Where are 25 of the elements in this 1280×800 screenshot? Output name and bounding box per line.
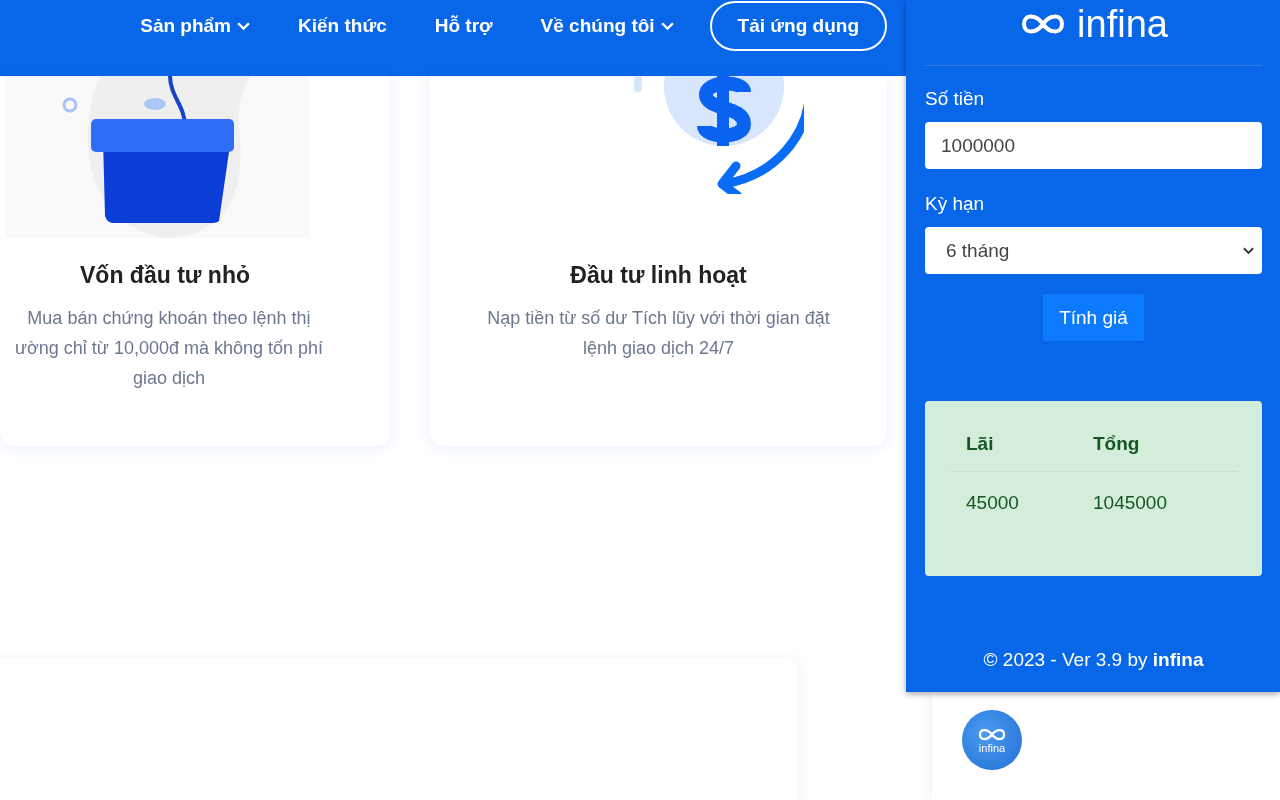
table-cell-text: 45000 xyxy=(966,492,1020,514)
feature-description: Nạp tiền từ số dư Tích lũy với thời gian đặt lệnh giao dịch 24/7 xyxy=(487,307,830,360)
field-label: Kỳ hạn xyxy=(925,193,986,215)
infinity-icon xyxy=(977,726,1007,742)
avatar-label: infina xyxy=(978,741,1006,754)
column-header: Tổng xyxy=(1093,433,1141,455)
brand-name: infina xyxy=(1077,2,1168,46)
calculate-button[interactable]: Tính giá xyxy=(1043,294,1144,341)
term-select[interactable]: 6 tháng xyxy=(925,227,1262,274)
field-label: Số tiền xyxy=(925,88,986,110)
nav-link[interactable]: Sản phẩm xyxy=(140,2,275,50)
chevron-down-icon xyxy=(660,21,674,31)
feature-title: Vốn đầu tư nhỏ xyxy=(80,262,250,289)
nav-link[interactable]: Hỗ trợ xyxy=(410,2,517,50)
column-header: Lãi xyxy=(966,433,995,455)
feature-title: Đầu tư linh hoạt xyxy=(570,262,747,289)
download-app-button[interactable]: Tải ứng dụng xyxy=(709,1,887,51)
nav-link[interactable]: Kiến thức xyxy=(274,2,411,50)
version-footer: © 2023 - Ver 3.9 by infina xyxy=(925,649,1262,671)
table-cell-text: 1045000 xyxy=(1093,492,1168,514)
chevron-down-icon xyxy=(237,21,251,31)
chevron-down-icon xyxy=(1243,246,1254,255)
nav-link[interactable]: Về chúng tôi xyxy=(516,2,698,50)
amount-field[interactable]: 1000000 xyxy=(925,122,1262,169)
feature-description: Mua bán chứng khoán theo lệnh thị ường chỉ từ 10,000đ mà không tốn phí giao dịch xyxy=(14,307,324,390)
